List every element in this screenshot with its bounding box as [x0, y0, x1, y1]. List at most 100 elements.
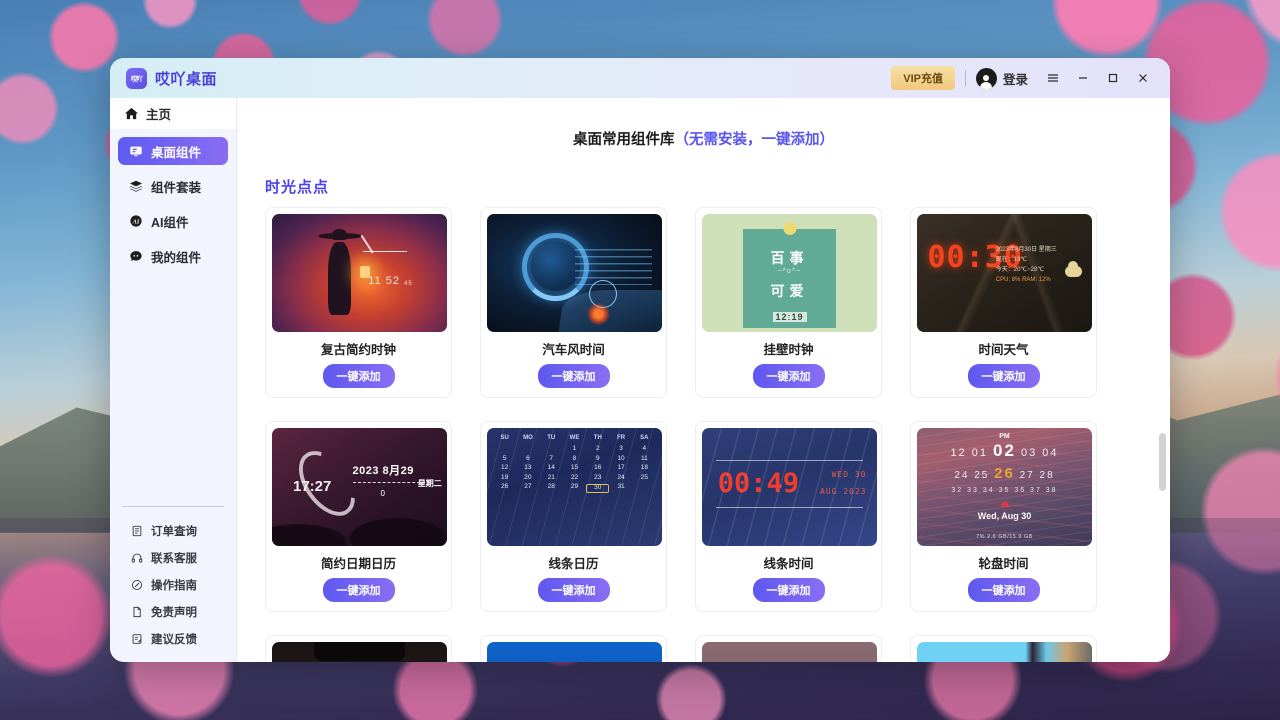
widget-preview-hours: 12 01 02 03 04 — [917, 441, 1092, 461]
calendar-day: 23 — [586, 475, 609, 482]
widget-preview-line2: AUG 2023 — [820, 487, 867, 496]
calendar-day: 21 — [540, 475, 563, 482]
sidebar-item-home-label: 主页 — [146, 104, 171, 123]
guide-icon — [130, 578, 143, 591]
scrollbar-track[interactable] — [1159, 138, 1166, 656]
widget-preview-face: ~^o^~ — [743, 268, 836, 275]
widget-thumbnail: PM 12 01 02 03 04 24 25 26 27 28 32 33 3… — [917, 428, 1092, 546]
scrollbar-thumb[interactable] — [1159, 433, 1166, 491]
add-widget-button[interactable]: 一键添加 — [968, 578, 1040, 602]
widget-preview-now-temp: 现在：19℃ — [996, 256, 1084, 266]
calendar-day: 6 — [516, 456, 539, 463]
content-area: 桌面常用组件库（无需安装，一键添加） 时光点点 11 52 45 复古简约时钟 … — [237, 98, 1170, 662]
sidebar-item-ai-widgets[interactable]: AI AI组件 — [118, 207, 228, 235]
add-widget-button[interactable]: 一键添加 — [968, 364, 1040, 388]
sidebar-divider — [122, 506, 224, 507]
sidebar-item-widget-bundles-label: 组件套装 — [151, 177, 201, 196]
sidebar-item-user-guide[interactable]: 操作指南 — [118, 571, 228, 598]
calendar-day: 14 — [540, 465, 563, 472]
page-title: 桌面常用组件库（无需安装，一键添加） — [237, 98, 1170, 149]
sidebar-item-desktop-widgets[interactable]: 桌面组件 — [118, 137, 228, 165]
calendar-day: 17 — [609, 465, 632, 472]
widget-preview-line1: WED 30 — [832, 470, 867, 479]
content-scroll-region[interactable]: 桌面常用组件库（无需安装，一键添加） 时光点点 11 52 45 复古简约时钟 … — [237, 98, 1170, 662]
calendar-day: 4 — [633, 446, 656, 453]
sidebar-item-order-query[interactable]: 订单查询 — [118, 517, 228, 544]
sidebar-item-disclaimer-label: 免责声明 — [151, 604, 197, 620]
close-icon[interactable] — [1128, 64, 1158, 92]
sidebar-item-widget-bundles[interactable]: 组件套装 — [118, 172, 228, 200]
widget-thumbnail: 00:30 2023年8月30日 星期三 现在：19℃ 今天：20℃~28℃ C… — [917, 214, 1092, 332]
calendar-day: 26 — [493, 484, 516, 493]
widget-card[interactable]: 17:27 2023 8月29 星期二 0 简约日期日历 一键添加 — [265, 421, 452, 612]
calendar-day: 22 — [563, 475, 586, 482]
widget-card-title: 挂壁时钟 — [702, 339, 875, 358]
widget-thumbnail — [487, 642, 662, 662]
add-widget-button[interactable]: 一键添加 — [753, 578, 825, 602]
widget-card[interactable]: 一键添加 — [695, 635, 882, 662]
widget-card[interactable]: 一键添加 — [265, 635, 452, 662]
widget-preview-date: Wed, Aug 30 — [917, 511, 1092, 521]
calendar-day: 8 — [563, 456, 586, 463]
widget-card[interactable]: 00:49 WED 30 AUG 2023 线条时间 一键添加 — [695, 421, 882, 612]
sidebar-item-feedback[interactable]: 建议反馈 — [118, 625, 228, 652]
widget-preview-date: 2023 8月29 — [353, 462, 414, 478]
app-window: 哎吖 哎吖桌面 VIP充值 登录 主页 — [110, 58, 1170, 662]
sidebar-item-feedback-label: 建议反馈 — [151, 631, 197, 647]
sidebar-item-home[interactable]: 主页 — [110, 98, 236, 129]
widget-card[interactable]: 11 52 45 复古简约时钟 一键添加 — [265, 207, 452, 398]
sidebar-item-disclaimer[interactable]: 免责声明 — [118, 598, 228, 625]
calendar-weekday: FR — [609, 435, 632, 443]
widget-preview-date: 2023年8月30日 星期三 — [996, 246, 1084, 256]
calendar-weekday: WE — [563, 435, 586, 443]
widget-card[interactable]: 百事 ~^o^~ 可爱 12:19 挂壁时钟 一键添加 — [695, 207, 882, 398]
title-bar[interactable]: 哎吖 哎吖桌面 VIP充值 登录 — [110, 58, 1170, 98]
avatar[interactable] — [976, 68, 997, 89]
widget-card[interactable]: 汽车风时间 一键添加 — [480, 207, 667, 398]
add-widget-button[interactable]: 一键添加 — [538, 364, 610, 388]
titlebar-divider — [965, 70, 966, 86]
add-widget-button[interactable]: 一键添加 — [323, 578, 395, 602]
widget-card[interactable]: SUMOTUWETHFRSA12345678910111213141516171… — [480, 421, 667, 612]
widget-card-title: 复古简约时钟 — [272, 339, 445, 358]
add-widget-button[interactable]: 一键添加 — [538, 578, 610, 602]
sidebar-item-order-query-label: 订单查询 — [151, 523, 197, 539]
page-title-main: 桌面常用组件库 — [573, 132, 675, 148]
widget-card[interactable]: PM 12 01 02 03 04 24 25 26 27 28 32 33 3… — [910, 421, 1097, 612]
sidebar-item-my-widgets[interactable]: 我的组件 — [118, 242, 228, 270]
widget-card-title: 线条时间 — [702, 553, 875, 572]
sidebar-item-desktop-widgets-label: 桌面组件 — [151, 142, 201, 161]
login-button[interactable]: 登录 — [1003, 69, 1028, 88]
widget-preview-time: 11 52 — [368, 275, 400, 287]
calendar-day: 10 — [609, 456, 632, 463]
sidebar-item-user-guide-label: 操作指南 — [151, 577, 197, 593]
widget-card[interactable]: 一键添加 — [480, 635, 667, 662]
hamburger-menu-icon[interactable] — [1038, 64, 1068, 92]
widget-preview-line2: 可爱 — [743, 281, 836, 301]
app-title: 哎吖桌面 — [155, 68, 217, 89]
calendar-blank — [516, 446, 539, 453]
add-widget-button[interactable]: 一键添加 — [753, 364, 825, 388]
window-body: 主页 桌面组件 组件套装 AI — [110, 98, 1170, 662]
widget-thumbnail: 17:27 2023 8月29 星期二 0 — [272, 428, 447, 546]
calendar-day: 11 — [633, 456, 656, 463]
widget-card[interactable]: 00:30 2023年8月30日 星期三 现在：19℃ 今天：20℃~28℃ C… — [910, 207, 1097, 398]
widget-thumbnail: 00:49 WED 30 AUG 2023 — [702, 428, 877, 546]
calendar-weekday: TH — [586, 435, 609, 443]
vip-recharge-button[interactable]: VIP充值 — [891, 66, 955, 90]
calendar-day: 30 — [586, 484, 609, 493]
calendar-weekday: TU — [540, 435, 563, 443]
widget-card-title: 轮盘时间 — [917, 553, 1090, 572]
widget-thumbnail: SUMOTUWETHFRSA12345678910111213141516171… — [487, 428, 662, 546]
calendar-weekday: SA — [633, 435, 656, 443]
sidebar-item-contact-support[interactable]: 联系客服 — [118, 544, 228, 571]
calendar-day: 19 — [493, 475, 516, 482]
my-widgets-icon — [128, 249, 143, 264]
minimize-icon[interactable] — [1068, 64, 1098, 92]
calendar-day: 18 — [633, 465, 656, 472]
widget-card[interactable]: 一键添加 — [910, 635, 1097, 662]
add-widget-button[interactable]: 一键添加 — [323, 364, 395, 388]
app-logo-icon: 哎吖 — [126, 68, 147, 89]
maximize-icon[interactable] — [1098, 64, 1128, 92]
calendar-weekday: SU — [493, 435, 516, 443]
